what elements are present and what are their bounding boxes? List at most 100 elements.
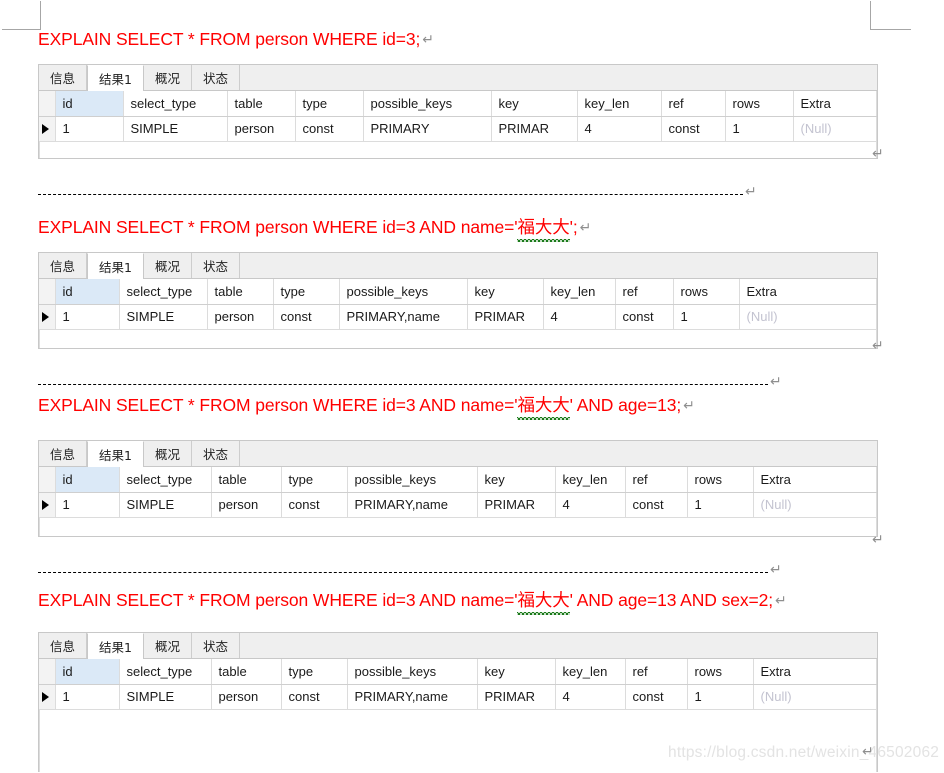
cell-rows[interactable]: 1 [687,492,754,518]
col-header-key-len[interactable]: key_len [555,659,626,685]
cell-ref[interactable]: const [615,304,674,330]
cell-ref[interactable]: const [625,684,688,710]
cell-extra[interactable]: (Null) [793,116,877,142]
cell-possible-keys[interactable]: PRIMARY,name [347,492,478,518]
cell-key-len[interactable]: 4 [555,492,626,518]
col-header-key[interactable]: key [491,91,578,117]
cell-table[interactable]: person [227,116,296,142]
cell-rows[interactable]: 1 [725,116,794,142]
col-header-key[interactable]: key [467,279,544,305]
col-header-key-len[interactable]: key_len [555,467,626,493]
col-header-ref[interactable]: ref [625,467,688,493]
cell-id[interactable]: 1 [55,684,120,710]
cell-table[interactable]: person [211,684,282,710]
table-row[interactable]: 1 SIMPLE person const PRIMARY,name PRIMA… [39,492,877,518]
tab-profile-2[interactable]: 概况 [143,253,192,278]
cell-rows[interactable]: 1 [687,684,754,710]
cell-ref[interactable]: const [661,116,726,142]
col-header-possible-keys[interactable]: possible_keys [363,91,492,117]
tab-profile-4[interactable]: 概况 [143,633,192,658]
col-header-possible-keys[interactable]: possible_keys [347,659,478,685]
cell-ref[interactable]: const [625,492,688,518]
cell-type[interactable]: const [273,304,340,330]
tab-info-1[interactable]: 信息 [39,65,88,90]
table-row[interactable]: 1 SIMPLE person const PRIMARY PRIMAR 4 c… [39,116,877,142]
col-header-table[interactable]: table [211,467,282,493]
col-header-select-type[interactable]: select_type [119,659,212,685]
cell-type[interactable]: const [281,492,348,518]
tab-profile-1[interactable]: 概况 [143,65,192,90]
cell-id[interactable]: 1 [55,492,120,518]
tab-result1-3[interactable]: 结果1 [87,441,144,467]
col-header-id[interactable]: id [55,279,120,305]
col-header-select-type[interactable]: select_type [123,91,228,117]
col-header-extra[interactable]: Extra [739,279,877,305]
cell-id[interactable]: 1 [55,116,124,142]
cell-key[interactable]: PRIMAR [467,304,544,330]
cell-key[interactable]: PRIMAR [477,492,556,518]
tab-profile-3[interactable]: 概况 [143,441,192,466]
cell-type[interactable]: const [295,116,364,142]
tab-info-3[interactable]: 信息 [39,441,88,466]
cell-key-len[interactable]: 4 [577,116,662,142]
col-header-table[interactable]: table [207,279,274,305]
cell-key-len[interactable]: 4 [555,684,626,710]
cell-type[interactable]: const [281,684,348,710]
cell-key[interactable]: PRIMAR [477,684,556,710]
cell-select-type[interactable]: SIMPLE [119,492,212,518]
col-header-rows[interactable]: rows [687,659,754,685]
col-header-extra[interactable]: Extra [753,659,877,685]
tab-result1-1[interactable]: 结果1 [87,65,144,91]
cell-table[interactable]: person [211,492,282,518]
col-header-id[interactable]: id [55,467,120,493]
cell-key-len[interactable]: 4 [543,304,616,330]
col-header-type[interactable]: type [295,91,364,117]
cell-possible-keys[interactable]: PRIMARY,name [339,304,468,330]
cell-select-type[interactable]: SIMPLE [119,684,212,710]
tab-status-3[interactable]: 状态 [191,441,240,466]
col-header-type[interactable]: type [281,467,348,493]
cell-possible-keys[interactable]: PRIMARY,name [347,684,478,710]
col-header-extra[interactable]: Extra [793,91,877,117]
col-header-select-type[interactable]: select_type [119,279,208,305]
col-header-table[interactable]: table [211,659,282,685]
cell-select-type[interactable]: SIMPLE [119,304,208,330]
cell-extra[interactable]: (Null) [753,492,877,518]
cell-extra[interactable]: (Null) [739,304,877,330]
col-header-rows[interactable]: rows [673,279,740,305]
cell-id[interactable]: 1 [55,304,120,330]
tab-status-1[interactable]: 状态 [191,65,240,90]
cell-key[interactable]: PRIMAR [491,116,578,142]
col-header-table[interactable]: table [227,91,296,117]
tab-result1-2[interactable]: 结果1 [87,253,144,279]
col-header-key[interactable]: key [477,467,556,493]
tab-status-2[interactable]: 状态 [191,253,240,278]
table-row[interactable]: 1 SIMPLE person const PRIMARY,name PRIMA… [39,304,877,330]
table-row[interactable]: 1 SIMPLE person const PRIMARY,name PRIMA… [39,684,877,710]
col-header-type[interactable]: type [281,659,348,685]
col-header-possible-keys[interactable]: possible_keys [339,279,468,305]
tab-info-2[interactable]: 信息 [39,253,88,278]
col-header-key[interactable]: key [477,659,556,685]
cell-possible-keys[interactable]: PRIMARY [363,116,492,142]
tab-result1-4[interactable]: 结果1 [87,633,144,659]
col-header-select-type[interactable]: select_type [119,467,212,493]
col-header-rows[interactable]: rows [687,467,754,493]
tab-info-4[interactable]: 信息 [39,633,88,658]
cell-extra[interactable]: (Null) [753,684,877,710]
col-header-id[interactable]: id [55,659,120,685]
cell-table[interactable]: person [207,304,274,330]
col-header-rows[interactable]: rows [725,91,794,117]
col-header-possible-keys[interactable]: possible_keys [347,467,478,493]
col-header-ref[interactable]: ref [615,279,674,305]
cell-select-type[interactable]: SIMPLE [123,116,228,142]
tab-status-4[interactable]: 状态 [191,633,240,658]
col-header-ref[interactable]: ref [661,91,726,117]
cell-rows[interactable]: 1 [673,304,740,330]
col-header-key-len[interactable]: key_len [543,279,616,305]
col-header-ref[interactable]: ref [625,659,688,685]
col-header-type[interactable]: type [273,279,340,305]
col-header-id[interactable]: id [55,91,124,117]
col-header-key-len[interactable]: key_len [577,91,662,117]
col-header-extra[interactable]: Extra [753,467,877,493]
